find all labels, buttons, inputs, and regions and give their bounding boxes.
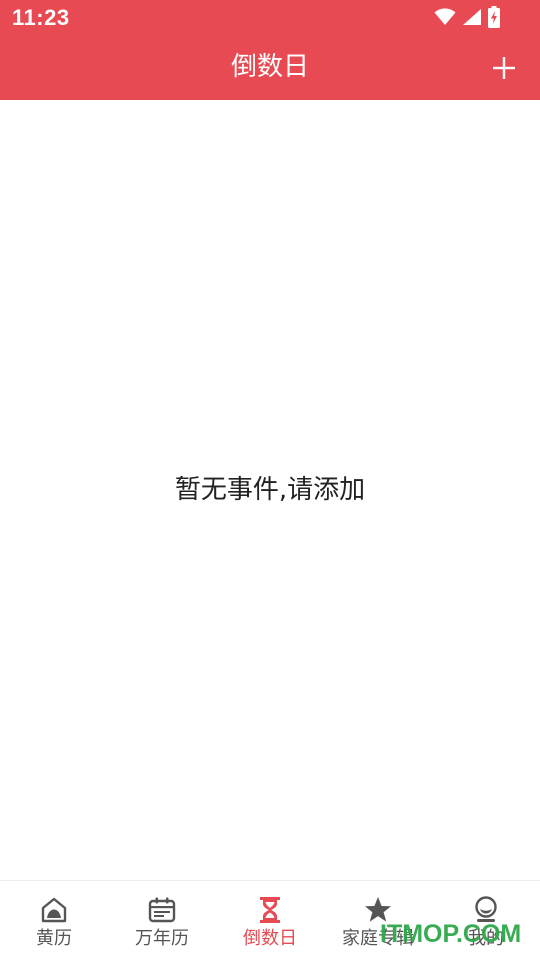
page-title: 倒数日 (230, 52, 309, 82)
hourglass-icon (255, 895, 285, 925)
status-bar: 11:23 (0, 0, 540, 36)
nav-label: 黄历 (36, 928, 72, 949)
empty-state-message: 暂无事件,请添加 (174, 475, 366, 505)
watermark-text: ITMOP.COM (380, 920, 522, 948)
almanac-house-icon (39, 895, 69, 925)
wifi-icon (434, 8, 456, 26)
battery-charging-icon (488, 6, 500, 28)
plus-icon (493, 57, 515, 79)
nav-label: 万年历 (135, 928, 189, 949)
calendar-icon (147, 895, 177, 925)
app-screen: 11:23 倒数日 暂无事件,请添加 黄历 万年历 倒数日 家庭专辑 我的 IT… (0, 0, 540, 960)
app-bar: 倒数日 (0, 36, 540, 100)
add-event-button[interactable] (490, 54, 518, 82)
nav-label: 倒数日 (243, 928, 297, 949)
nav-item-countdown[interactable]: 倒数日 (216, 881, 324, 960)
nav-item-almanac[interactable]: 黄历 (0, 881, 108, 960)
status-time: 11:23 (12, 5, 70, 30)
event-list-area: 暂无事件,请添加 (0, 100, 540, 880)
signal-icon (462, 8, 482, 26)
nav-item-calendar[interactable]: 万年历 (108, 881, 216, 960)
status-icons (434, 6, 500, 28)
